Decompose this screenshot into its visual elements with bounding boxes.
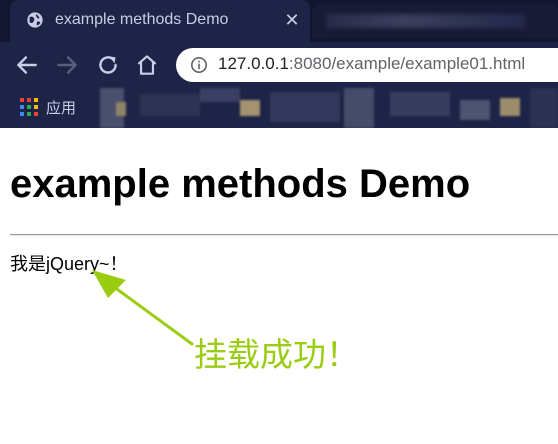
page-title: example methods Demo — [10, 162, 471, 206]
address-bar[interactable]: 127.0.0.1:8080/example/example01.html — [176, 48, 558, 82]
page-viewport: example methods Demo 我是jQuery~！ 挂载成功！ — [0, 128, 558, 444]
bookmarks-bar: 应用 — [0, 88, 558, 128]
url-text[interactable]: 127.0.0.1:8080/example/example01.html — [218, 54, 525, 74]
horizontal-rule — [10, 234, 558, 236]
blurred-tab-title — [326, 14, 526, 28]
tab-close-icon[interactable]: ✕ — [282, 8, 302, 32]
apps-grid-icon[interactable] — [20, 98, 38, 116]
tab-active[interactable]: example methods Demo ✕ — [10, 0, 310, 42]
globe-icon — [27, 12, 43, 28]
tab-title: example methods Demo — [55, 11, 229, 28]
info-icon[interactable] — [190, 56, 208, 74]
apps-bookmark-label[interactable]: 应用 — [46, 97, 76, 118]
tab-strip: example methods Demo ✕ — [0, 0, 558, 42]
annotation-label: 挂载成功！ — [194, 335, 359, 374]
browser-chrome: example methods Demo ✕ 127.0.0.1:8080/ex… — [0, 0, 558, 128]
back-arrow-icon[interactable] — [14, 52, 40, 78]
forward-arrow-icon[interactable] — [54, 52, 80, 78]
reload-icon[interactable] — [95, 52, 121, 78]
redacted-bookmarks — [100, 88, 558, 128]
tab-inactive[interactable] — [312, 4, 558, 38]
toolbar: 127.0.0.1:8080/example/example01.html — [0, 42, 558, 88]
annotation-arrow-icon — [92, 270, 194, 346]
home-icon[interactable] — [134, 52, 160, 78]
